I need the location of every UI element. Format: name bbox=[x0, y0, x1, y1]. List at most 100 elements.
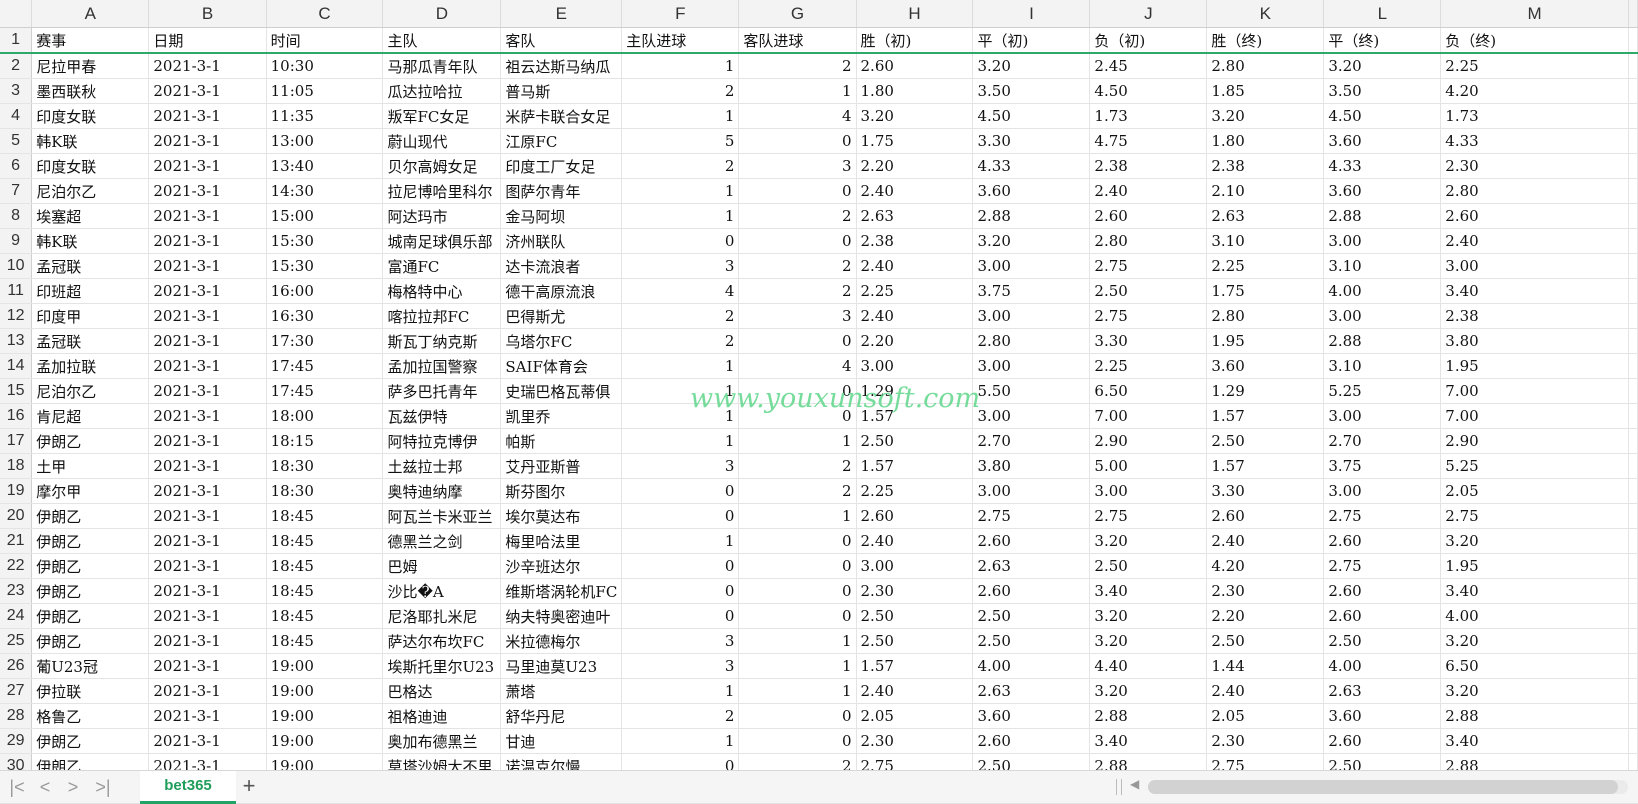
cell-h[interactable]: 2.63 bbox=[856, 203, 974, 229]
cell-a[interactable]: 印度女联 bbox=[31, 103, 150, 129]
row-number[interactable]: 13 bbox=[0, 328, 33, 354]
empty-cell[interactable] bbox=[1628, 53, 1638, 79]
empty-cell[interactable] bbox=[1628, 678, 1638, 704]
cell-k[interactable]: 3.20 bbox=[1206, 103, 1325, 129]
row-number[interactable]: 14 bbox=[0, 353, 33, 379]
cell-i[interactable]: 2.60 bbox=[972, 528, 1091, 554]
cell-c[interactable]: 11:05 bbox=[266, 78, 384, 104]
cell-j[interactable]: 2.38 bbox=[1089, 153, 1208, 179]
cell-h[interactable]: 1.57 bbox=[856, 453, 974, 479]
cell-d[interactable]: 马那瓜青年队 bbox=[382, 53, 502, 79]
cell-a[interactable]: 孟冠联 bbox=[31, 328, 150, 354]
cell-j[interactable]: 4.50 bbox=[1089, 78, 1208, 104]
cell-h[interactable]: 1.57 bbox=[856, 653, 974, 679]
cell-g[interactable]: 0 bbox=[738, 178, 857, 204]
cell-d[interactable]: 祖格迪迪 bbox=[382, 703, 502, 729]
column-header-m[interactable]: M bbox=[1440, 0, 1629, 28]
cell-i[interactable]: 2.60 bbox=[972, 728, 1091, 754]
cell-k[interactable]: 1.57 bbox=[1206, 453, 1325, 479]
cell-b[interactable]: 2021-3-1 bbox=[148, 453, 267, 479]
cell-m[interactable]: 3.20 bbox=[1440, 628, 1629, 654]
cell-m[interactable]: 3.20 bbox=[1440, 678, 1629, 704]
cell-b[interactable]: 2021-3-1 bbox=[148, 553, 267, 579]
cell-i[interactable]: 3.00 bbox=[972, 403, 1091, 429]
cell-j[interactable]: 2.75 bbox=[1089, 253, 1208, 279]
cell-f[interactable]: 0 bbox=[621, 603, 740, 629]
cell-i[interactable]: 3.20 bbox=[972, 53, 1091, 79]
empty-cell[interactable] bbox=[1628, 703, 1638, 729]
cell-m[interactable]: 4.20 bbox=[1440, 78, 1629, 104]
cell-l[interactable]: 2.60 bbox=[1323, 603, 1442, 629]
empty-cell[interactable] bbox=[1628, 578, 1638, 604]
cell-h[interactable]: 2.50 bbox=[856, 603, 974, 629]
cell-f[interactable]: 1 bbox=[621, 678, 740, 704]
cell-f[interactable]: 1 bbox=[621, 178, 740, 204]
cell-f[interactable]: 5 bbox=[621, 128, 740, 154]
add-sheet-icon[interactable]: + bbox=[236, 774, 262, 798]
row-number[interactable]: 1 bbox=[0, 27, 33, 54]
cell-b[interactable]: 2021-3-1 bbox=[148, 153, 267, 179]
cell-l[interactable]: 3.60 bbox=[1323, 128, 1442, 154]
cell-g[interactable]: 0 bbox=[738, 553, 857, 579]
cell-i[interactable]: 2.75 bbox=[972, 503, 1091, 529]
cell-f[interactable]: 2 bbox=[621, 703, 740, 729]
cell-e[interactable]: 萧塔 bbox=[500, 678, 623, 704]
cell-i[interactable]: 2.50 bbox=[972, 603, 1091, 629]
row-number[interactable]: 23 bbox=[0, 578, 33, 604]
row-number[interactable]: 9 bbox=[0, 228, 33, 254]
cell-k[interactable]: 2.30 bbox=[1206, 578, 1325, 604]
cell-a[interactable]: 韩K联 bbox=[31, 228, 150, 254]
cell-m[interactable]: 2.88 bbox=[1440, 703, 1629, 729]
cell-k[interactable]: 2.05 bbox=[1206, 703, 1325, 729]
cell-i[interactable]: 3.00 bbox=[972, 303, 1091, 329]
header-cell[interactable]: 主队 bbox=[382, 27, 502, 54]
cell-f[interactable]: 0 bbox=[621, 503, 740, 529]
column-header-c[interactable]: C bbox=[266, 0, 384, 28]
cell-j[interactable]: 5.00 bbox=[1089, 453, 1208, 479]
cell-j[interactable]: 2.90 bbox=[1089, 428, 1208, 454]
cell-j[interactable]: 3.30 bbox=[1089, 328, 1208, 354]
cell-g[interactable]: 3 bbox=[738, 303, 857, 329]
cell-j[interactable]: 2.60 bbox=[1089, 203, 1208, 229]
cell-l[interactable]: 3.00 bbox=[1323, 478, 1442, 504]
cell-i[interactable]: 4.50 bbox=[972, 103, 1091, 129]
cell-h[interactable]: 2.50 bbox=[856, 428, 974, 454]
cell-c[interactable]: 15:30 bbox=[266, 228, 384, 254]
cell-h[interactable]: 2.38 bbox=[856, 228, 974, 254]
cell-k[interactable]: 2.80 bbox=[1206, 303, 1325, 329]
cell-c[interactable]: 18:45 bbox=[266, 603, 384, 629]
cell-k[interactable]: 2.40 bbox=[1206, 528, 1325, 554]
cell-d[interactable]: 奥加布德黑兰 bbox=[382, 728, 502, 754]
cell-h[interactable]: 2.40 bbox=[856, 528, 974, 554]
cell-f[interactable]: 0 bbox=[621, 578, 740, 604]
cell-e[interactable]: 江原FC bbox=[500, 128, 623, 154]
cell-j[interactable]: 3.00 bbox=[1089, 478, 1208, 504]
cell-k[interactable]: 1.75 bbox=[1206, 278, 1325, 304]
cell-i[interactable]: 3.60 bbox=[972, 703, 1091, 729]
row-number[interactable]: 11 bbox=[0, 278, 33, 304]
cell-d[interactable]: 富通FC bbox=[382, 253, 502, 279]
cell-h[interactable]: 2.20 bbox=[856, 328, 974, 354]
cell-g[interactable]: 0 bbox=[738, 128, 857, 154]
prev-sheet-icon[interactable]: < bbox=[34, 777, 56, 797]
cell-b[interactable]: 2021-3-1 bbox=[148, 653, 267, 679]
row-number[interactable]: 10 bbox=[0, 253, 33, 279]
cell-l[interactable]: 5.25 bbox=[1323, 378, 1442, 404]
cell-k[interactable]: 2.25 bbox=[1206, 253, 1325, 279]
cell-h[interactable]: 2.60 bbox=[856, 503, 974, 529]
cell-l[interactable]: 3.00 bbox=[1323, 228, 1442, 254]
cell-a[interactable]: 孟加拉联 bbox=[31, 353, 150, 379]
cell-k[interactable]: 1.29 bbox=[1206, 378, 1325, 404]
cell-b[interactable]: 2021-3-1 bbox=[148, 253, 267, 279]
cell-c[interactable]: 18:45 bbox=[266, 628, 384, 654]
empty-cell[interactable] bbox=[1628, 353, 1638, 379]
first-sheet-icon[interactable]: |< bbox=[6, 777, 28, 797]
empty-cell[interactable] bbox=[1628, 228, 1638, 254]
empty-cell[interactable] bbox=[1628, 27, 1638, 54]
cell-m[interactable]: 2.60 bbox=[1440, 203, 1629, 229]
cell-m[interactable]: 2.38 bbox=[1440, 303, 1629, 329]
cell-i[interactable]: 2.80 bbox=[972, 328, 1091, 354]
cell-b[interactable]: 2021-3-1 bbox=[148, 353, 267, 379]
column-header-d[interactable]: D bbox=[382, 0, 502, 28]
cell-a[interactable]: 伊朗乙 bbox=[31, 553, 150, 579]
